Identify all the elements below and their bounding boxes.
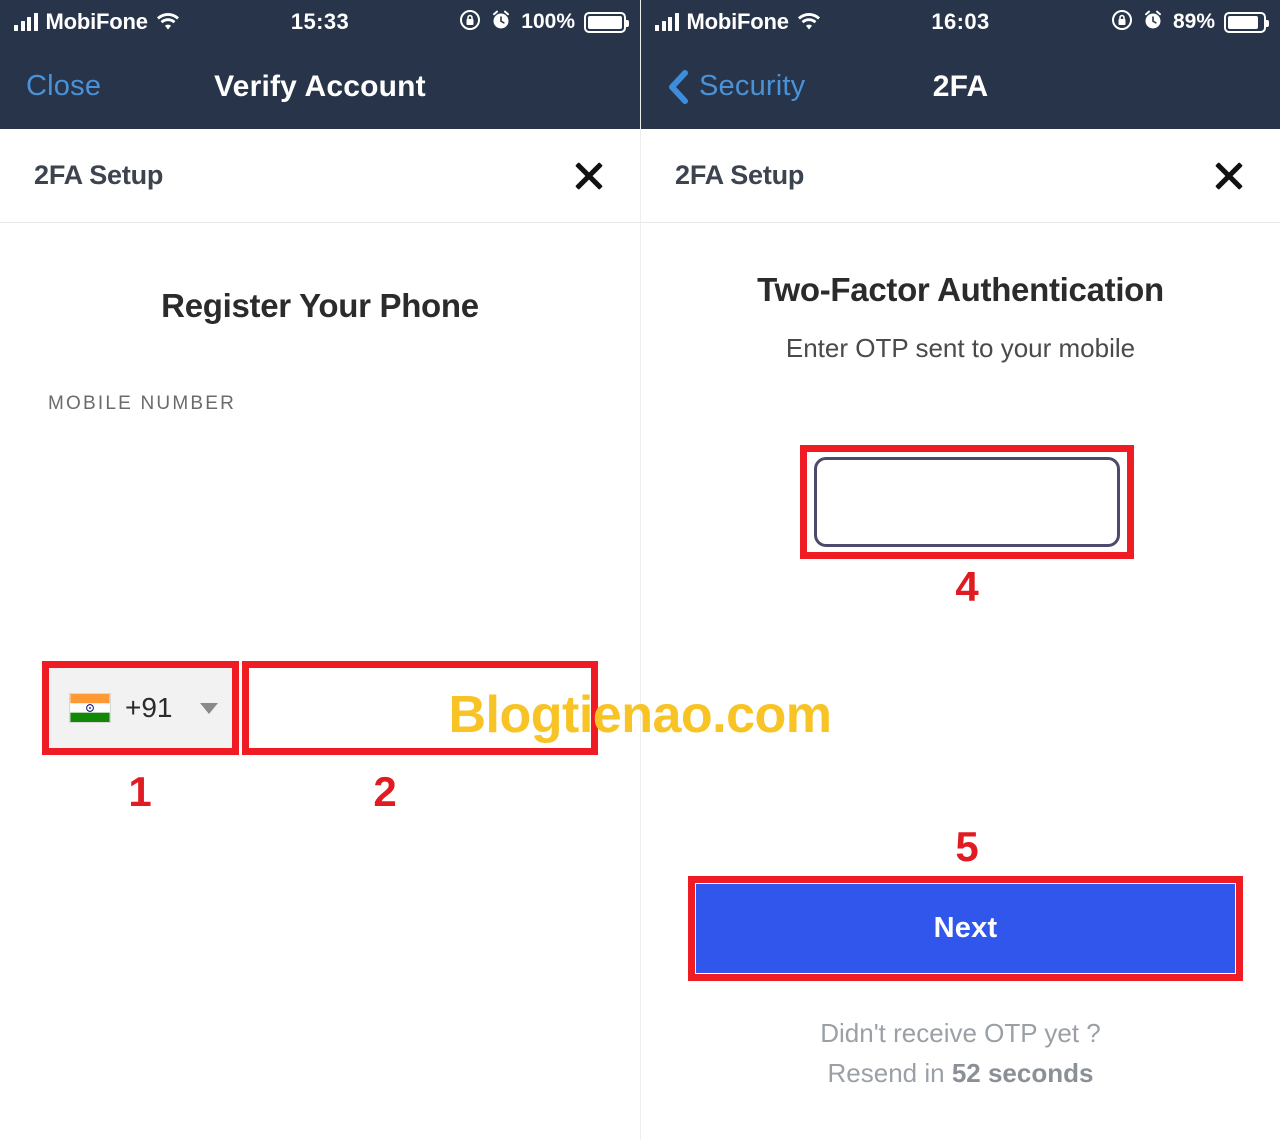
resend-countdown-line: Resend in 52 seconds: [641, 1053, 1280, 1093]
next-button[interactable]: Next: [696, 884, 1235, 973]
left-phone-screen: MobiFone 15:33 100% Close Verify Account…: [0, 0, 640, 1140]
otp-subheading: Enter OTP sent to your mobile: [785, 333, 1136, 363]
annotation-number-5: 5: [955, 823, 979, 870]
close-x-icon[interactable]: [1212, 159, 1246, 193]
modal-header-left: 2FA Setup: [0, 129, 640, 223]
rotation-lock-icon: [1111, 9, 1133, 36]
carrier-label: MobiFone: [45, 9, 148, 34]
annotation-number-1: 1: [128, 768, 152, 815]
otp-input[interactable]: [814, 457, 1120, 547]
back-button[interactable]: Security: [667, 69, 806, 104]
status-bar-right: MobiFone 16:03 89%: [641, 0, 1280, 44]
back-button-label: Security: [699, 70, 806, 102]
left-panel-body: Register Your Phone MOBILE NUMBER +91 1 …: [0, 223, 640, 1140]
india-flag-icon: [69, 693, 111, 723]
country-code-selector[interactable]: +91: [49, 668, 232, 748]
battery-icon: [1224, 11, 1269, 33]
phone-number-input[interactable]: [249, 668, 591, 748]
resend-info: Didn't receive OTP yet ? Resend in 52 se…: [641, 1013, 1280, 1093]
alarm-clock-icon: [1142, 9, 1164, 36]
modal-title-right: 2FA Setup: [675, 160, 805, 190]
annotation-number-4: 4: [955, 563, 979, 610]
rotation-lock-icon: [459, 9, 481, 36]
two-factor-heading: Two-Factor Authentication: [757, 271, 1164, 308]
status-bar-left-group: MobiFone: [14, 9, 180, 35]
dial-code-label: +91: [125, 692, 173, 723]
battery-percent-label: 89%: [1172, 10, 1215, 33]
alarm-clock-icon: [490, 9, 512, 36]
right-phone-screen: MobiFone 16:03 89% Security 2FA 2FA Setu…: [640, 0, 1280, 1140]
modal-title-left: 2FA Setup: [34, 160, 164, 190]
signal-bars-icon: [655, 13, 679, 31]
close-button-label: Close: [26, 70, 102, 102]
nav-bar-left: Close Verify Account: [0, 44, 640, 129]
chevron-down-icon: [200, 702, 218, 714]
right-panel-body: Two-Factor Authentication Enter OTP sent…: [641, 223, 1280, 1140]
register-phone-heading: Register Your Phone: [161, 287, 479, 324]
wifi-icon: [797, 13, 821, 31]
modal-header-right: 2FA Setup: [641, 129, 1280, 223]
close-x-icon[interactable]: [572, 159, 606, 193]
close-button[interactable]: Close: [26, 70, 101, 103]
resend-question: Didn't receive OTP yet ?: [820, 1018, 1101, 1048]
status-bar-right-group: 100%: [459, 9, 629, 36]
carrier-label: MobiFone: [686, 9, 789, 34]
chevron-left-icon: [667, 69, 689, 104]
wifi-icon: [156, 13, 180, 31]
nav-bar-right: Security 2FA: [641, 44, 1280, 129]
status-bar-right-group: 89%: [1111, 9, 1269, 36]
status-bar-left-group: MobiFone: [655, 9, 821, 35]
mobile-number-label: MOBILE NUMBER: [48, 393, 237, 414]
resend-prefix: Resend in: [827, 1058, 952, 1088]
signal-bars-icon: [14, 13, 38, 31]
resend-countdown: 52 seconds: [951, 1058, 1094, 1088]
battery-icon: [584, 11, 629, 33]
battery-percent-label: 100%: [521, 10, 575, 33]
status-bar-left: MobiFone 15:33 100%: [0, 0, 640, 44]
annotation-number-2: 2: [373, 768, 397, 815]
